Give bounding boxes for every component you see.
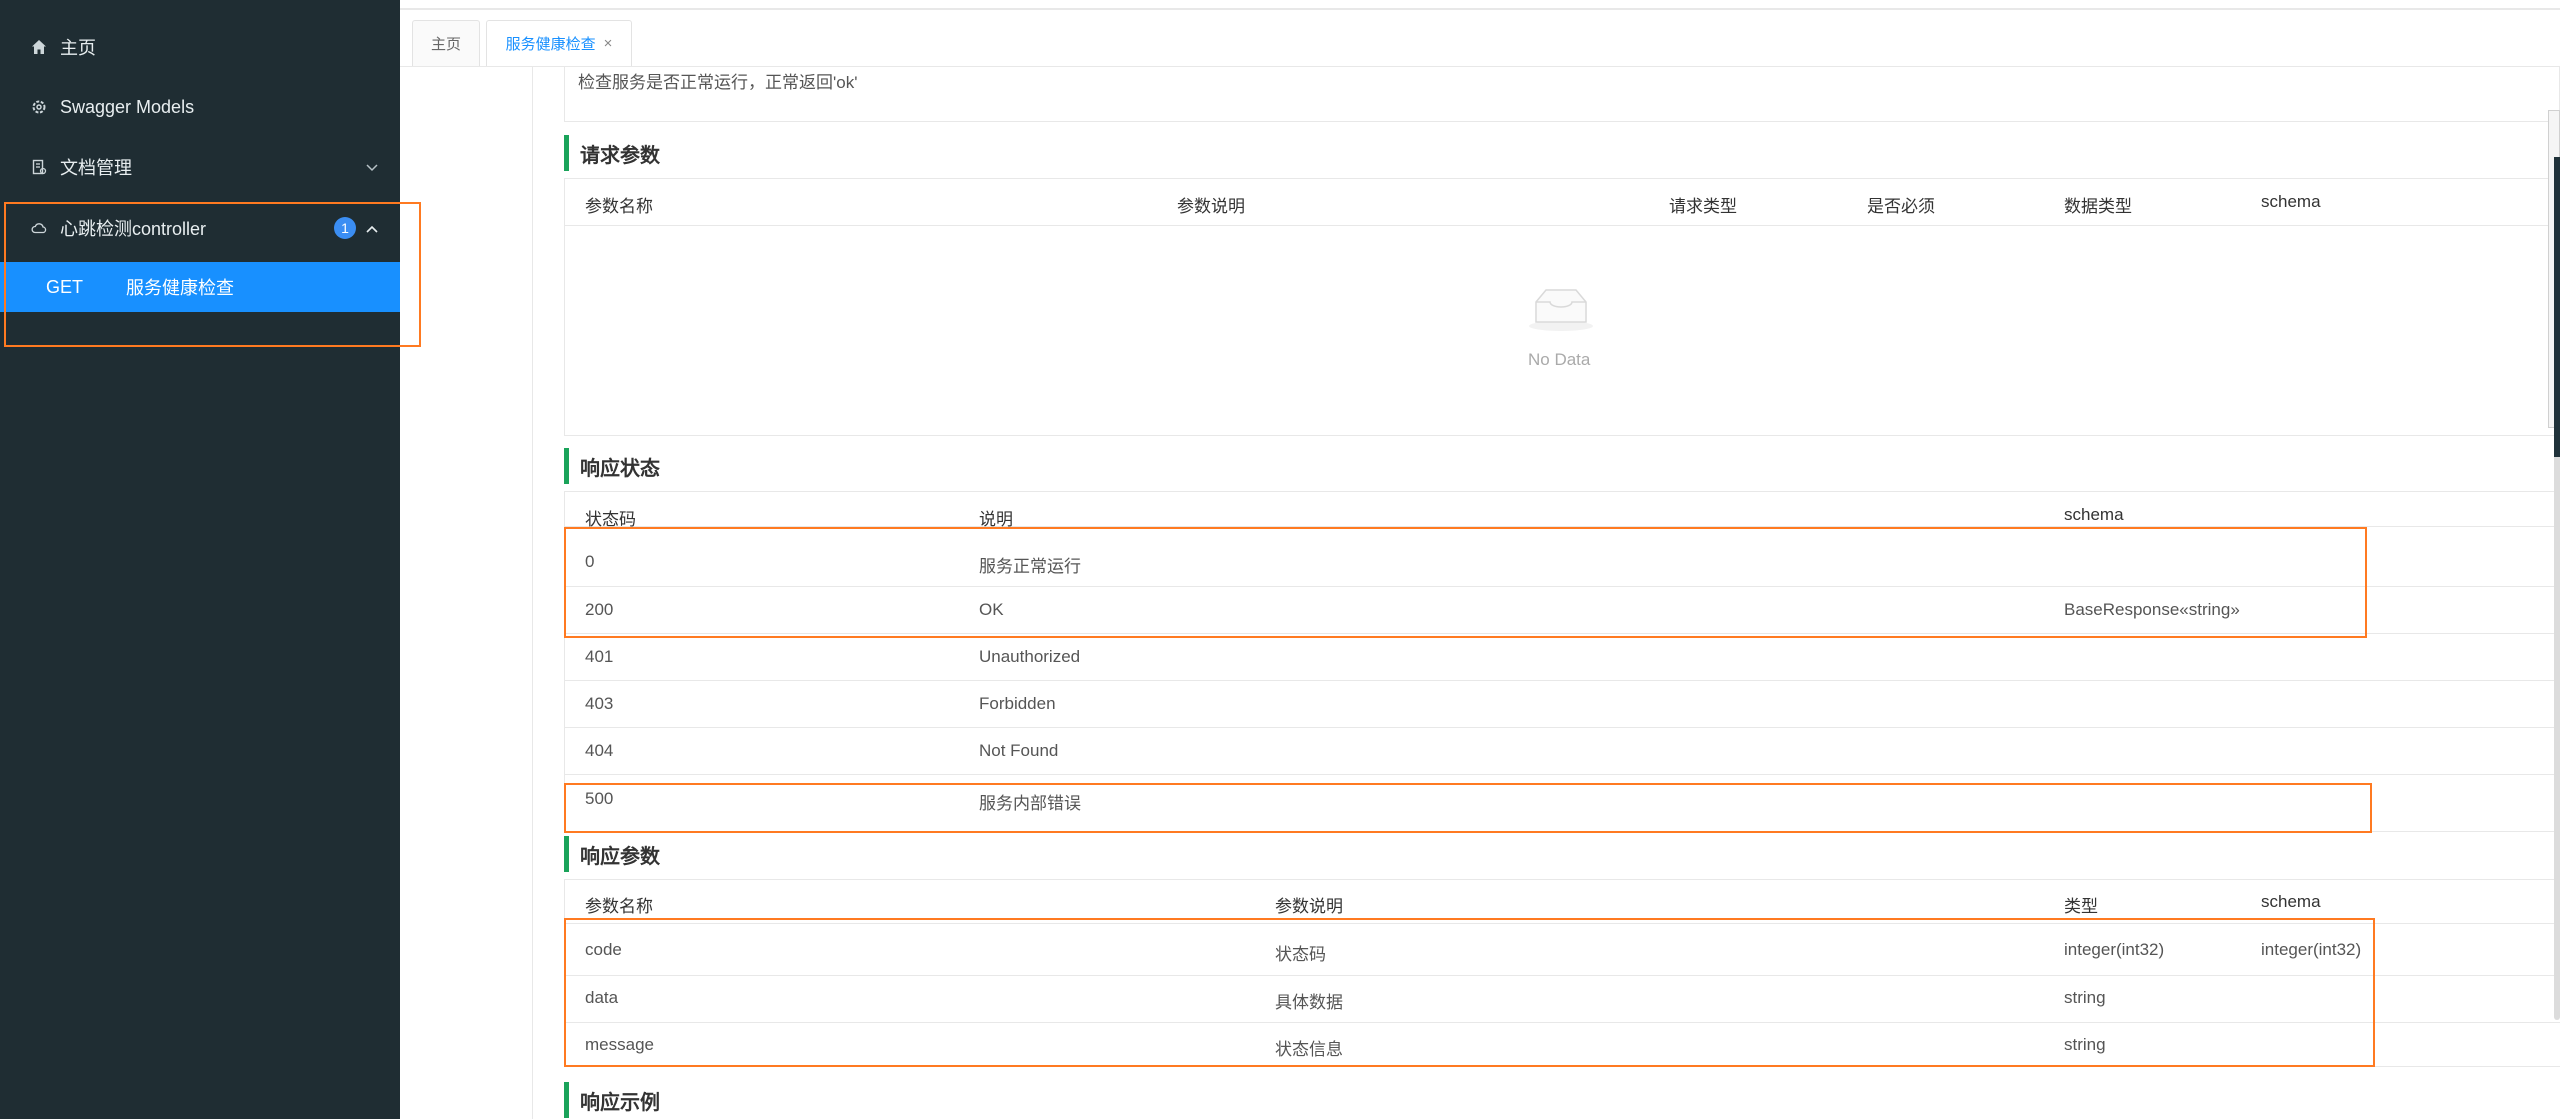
section-title-request-params: 请求参数 (564, 135, 660, 171)
row-divider (565, 633, 2560, 634)
column-header: schema (2261, 892, 2321, 911)
param-name: data (585, 988, 619, 1007)
column-header: 数据类型 (2064, 197, 2132, 216)
table-header-divider (565, 923, 2560, 924)
sidebar-item-home[interactable]: 主页 (0, 17, 400, 77)
cloud-icon (30, 222, 48, 234)
row-divider (565, 975, 2560, 976)
column-header: 参数名称 (585, 197, 653, 216)
column-header: 参数说明 (1177, 197, 1245, 216)
close-icon[interactable]: × (604, 35, 613, 52)
column-header: schema (2064, 505, 2124, 524)
param-name: message (585, 1035, 654, 1054)
content-border (532, 66, 533, 1119)
column-header: 类型 (2064, 897, 2098, 916)
column-header: 状态码 (585, 510, 636, 529)
count-badge: 1 (334, 217, 356, 239)
column-header: 请求类型 (1669, 197, 1737, 216)
table-header-divider (565, 526, 2560, 527)
description-box (564, 66, 2560, 122)
column-header: 是否必须 (1867, 197, 1935, 216)
sidebar-subitem-label: 服务健康检查 (126, 278, 234, 298)
param-type: integer(int32) (2064, 940, 2165, 959)
param-type: string (2064, 1035, 2106, 1054)
status-schema[interactable]: BaseResponse«string» (2064, 600, 2240, 620)
sidebar: 主页 Swagger Models 文档管理 心跳检测controller 1 … (0, 0, 400, 1119)
status-code: 500 (585, 789, 614, 808)
param-description: 状态信息 (1275, 1040, 1343, 1059)
status-description: Unauthorized (979, 647, 1081, 666)
sidebar-item-swagger-models[interactable]: Swagger Models (0, 77, 400, 137)
sidebar-subitem-health-check[interactable]: GET 服务健康检查 (0, 262, 400, 312)
row-divider (565, 727, 2560, 728)
status-code: 403 (585, 694, 614, 713)
status-description: OK (979, 600, 1004, 619)
row-divider (565, 1022, 2560, 1023)
status-code: 0 (585, 552, 595, 571)
status-description: Not Found (979, 741, 1059, 760)
empty-inbox-icon (1526, 286, 1596, 332)
status-description: 服务内部错误 (979, 794, 1081, 813)
response-status-table (564, 491, 2560, 832)
section-title-response-params: 响应参数 (564, 836, 660, 872)
chevron-up-icon (366, 220, 378, 236)
chevron-down-icon (366, 159, 378, 175)
side-panel-handle[interactable] (2548, 110, 2560, 457)
column-header: 说明 (979, 510, 1013, 529)
sidebar-item-heartbeat-controller[interactable]: 心跳检测controller 1 (0, 198, 400, 258)
tab-bar: 主页 服务健康检查 × (400, 10, 2560, 67)
column-header: schema (2261, 192, 2321, 211)
param-schema: integer(int32) (2261, 940, 2362, 959)
tab-label: 服务健康检查 (505, 36, 596, 53)
sidebar-item-label: 文档管理 (60, 158, 132, 178)
row-divider (565, 774, 2560, 775)
section-title-response-example: 响应示例 (564, 1082, 660, 1118)
tab-home[interactable]: 主页 (412, 20, 480, 66)
section-title-response-status: 响应状态 (564, 448, 660, 484)
tab-label: 主页 (430, 36, 461, 53)
http-method-label: GET (46, 276, 84, 297)
row-divider (565, 586, 2560, 587)
status-code: 200 (585, 600, 614, 619)
home-icon (30, 39, 48, 55)
status-code: 401 (585, 647, 614, 666)
settings-icon (30, 99, 48, 115)
sidebar-item-label: 心跳检测controller (60, 219, 207, 239)
status-description: 服务正常运行 (979, 557, 1081, 576)
column-header: 参数名称 (585, 897, 653, 916)
row-divider (565, 680, 2560, 681)
param-description: 具体数据 (1275, 993, 1343, 1012)
sidebar-item-label: Swagger Models (60, 96, 195, 117)
param-type: string (2064, 988, 2106, 1007)
sidebar-item-doc-management[interactable]: 文档管理 (0, 137, 400, 197)
empty-state-text: No Data (1528, 350, 1591, 369)
param-name: code (585, 940, 622, 959)
param-description: 状态码 (1275, 945, 1326, 964)
document-icon (30, 159, 48, 175)
column-header: 参数说明 (1275, 897, 1343, 916)
status-description: Forbidden (979, 694, 1056, 713)
api-description: 检查服务是否正常运行，正常返回'ok' (578, 73, 858, 92)
tab-health-check[interactable]: 服务健康检查 × (486, 20, 632, 66)
sidebar-item-label: 主页 (60, 38, 96, 58)
table-header-divider (565, 225, 2560, 226)
status-code: 404 (585, 741, 614, 760)
